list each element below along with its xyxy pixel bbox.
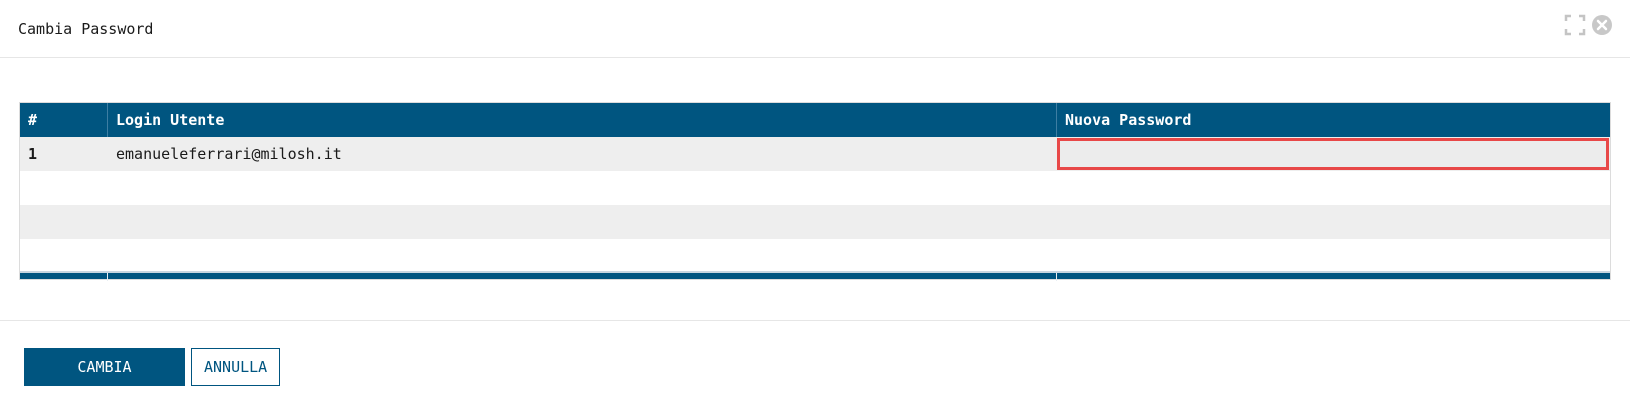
dialog-header: Cambia Password <box>0 0 1630 58</box>
cancel-button[interactable]: ANNULLA <box>191 348 280 386</box>
grid-horizontal-scrollbar[interactable] <box>20 271 1610 281</box>
column-header-index[interactable]: # <box>20 103 108 137</box>
password-grid: # Login Utente Nuova Password 1 emanuele… <box>19 102 1611 281</box>
expand-icon[interactable] <box>1564 14 1586 36</box>
empty-row <box>20 205 1610 239</box>
table-row[interactable]: 1 emanueleferrari@milosh.it <box>20 137 1610 171</box>
close-icon[interactable] <box>1591 14 1613 36</box>
empty-row <box>20 171 1610 205</box>
column-header-login[interactable]: Login Utente <box>108 103 1057 137</box>
row-login: emanueleferrari@milosh.it <box>116 145 342 163</box>
footer-divider <box>0 320 1630 321</box>
row-index: 1 <box>28 145 38 163</box>
dialog-title: Cambia Password <box>18 20 154 38</box>
scrollbar-divider <box>107 273 108 281</box>
scrollbar-divider <box>1056 273 1057 281</box>
grid-header: # Login Utente Nuova Password <box>20 103 1610 137</box>
empty-row <box>20 239 1610 273</box>
change-password-button[interactable]: CAMBIA PASSWORD <box>24 348 185 412</box>
column-header-new-password[interactable]: Nuova Password <box>1057 103 1610 137</box>
new-password-input[interactable] <box>1057 138 1609 170</box>
